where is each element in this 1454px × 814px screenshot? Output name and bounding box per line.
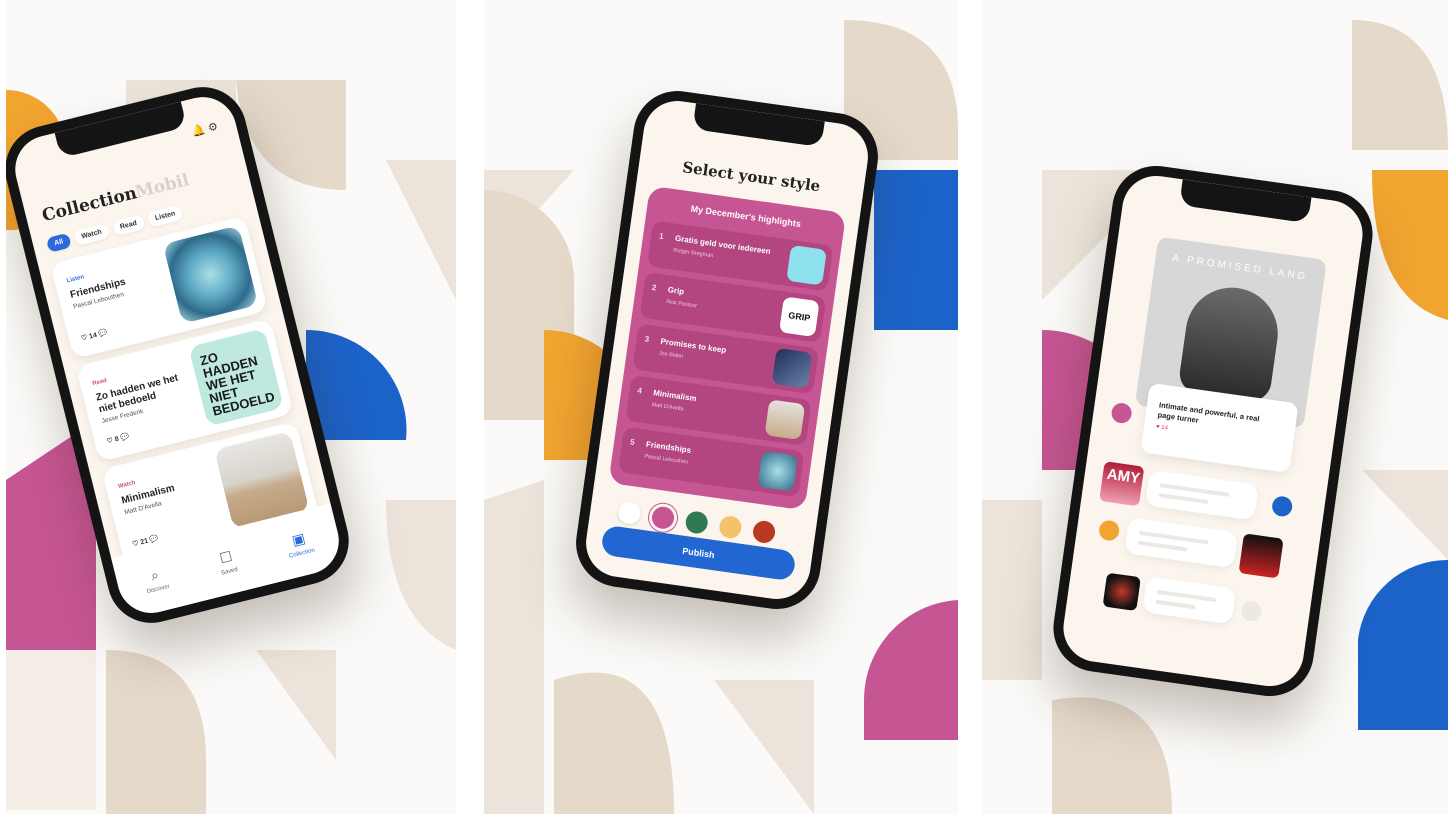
filter-listen[interactable]: Listen bbox=[146, 204, 184, 228]
highlights-card: My December's highlights 1 Gratis geld v… bbox=[608, 185, 847, 511]
nav-collection[interactable]: ▣ Collection bbox=[284, 528, 316, 560]
bookmark-icon: ☐ bbox=[217, 547, 234, 567]
swatch-red[interactable] bbox=[751, 519, 777, 545]
comment-bubble[interactable] bbox=[1145, 469, 1259, 521]
row-number: 1 bbox=[658, 231, 665, 242]
row-author: Joe Biden bbox=[658, 350, 684, 360]
avatar[interactable] bbox=[1240, 599, 1263, 623]
search-icon: ⌕ bbox=[149, 566, 161, 584]
placeholder-line bbox=[1155, 599, 1196, 610]
avatar[interactable] bbox=[1270, 495, 1294, 518]
book-cover-title: A PROMISED LAND bbox=[1171, 252, 1309, 283]
row-author: Rick Pastoor bbox=[665, 299, 698, 310]
row-number: 3 bbox=[644, 334, 650, 345]
comment-bubble[interactable] bbox=[1142, 576, 1237, 625]
filter-watch[interactable]: Watch bbox=[72, 223, 111, 247]
comment-icon[interactable]: 💬 bbox=[149, 535, 159, 544]
swatch-white[interactable] bbox=[616, 500, 642, 526]
phone-notch bbox=[692, 103, 825, 148]
card-type: Watch bbox=[117, 479, 137, 491]
book-cover-small[interactable] bbox=[1238, 533, 1284, 579]
panel-social: A PROMISED LAND Intimate and powerful, a… bbox=[982, 0, 1448, 814]
card-stats: ♡ 8 💬 bbox=[106, 433, 130, 446]
card-type: Read bbox=[91, 377, 108, 388]
swatch-green[interactable] bbox=[684, 510, 710, 535]
comment-icon[interactable]: 💬 bbox=[98, 329, 108, 338]
row-number: 4 bbox=[636, 385, 643, 396]
phone-notch bbox=[1179, 179, 1312, 224]
row-cover bbox=[757, 450, 798, 492]
comment-icon[interactable]: 💬 bbox=[120, 433, 130, 442]
likes-count: 8 bbox=[114, 435, 120, 444]
placeholder-line bbox=[1158, 493, 1209, 504]
swatch-pink[interactable] bbox=[650, 505, 676, 531]
row-author: Matt D'Avella bbox=[651, 402, 684, 413]
panel-style: Select your style My December's highligh… bbox=[484, 0, 958, 814]
row-cover bbox=[786, 244, 827, 286]
placeholder-line bbox=[1137, 540, 1188, 552]
collection-icon: ▣ bbox=[290, 529, 307, 549]
quote-likes: ♥ 14 bbox=[1155, 424, 1169, 432]
filter-all[interactable]: All bbox=[45, 232, 72, 253]
avatar[interactable] bbox=[1097, 519, 1121, 542]
swatch-yellow[interactable] bbox=[717, 514, 743, 540]
top-icons: 🔔 ⚙ bbox=[190, 120, 220, 139]
card-stats: ♡ 14 💬 bbox=[80, 329, 109, 343]
nav-discover[interactable]: ⌕ Discover bbox=[141, 564, 170, 595]
quote-text: Intimate and powerful, a real page turne… bbox=[1157, 400, 1261, 425]
row-cover bbox=[764, 399, 806, 441]
likes-count: 14 bbox=[1160, 424, 1169, 432]
portrait-image bbox=[1177, 281, 1284, 404]
filter-read[interactable]: Read bbox=[111, 214, 146, 237]
row-author: Rutger Bregman bbox=[672, 247, 714, 260]
likes-count: 14 bbox=[88, 331, 98, 341]
row-cover: GRIP bbox=[779, 296, 820, 338]
gear-icon[interactable]: ⚙ bbox=[207, 120, 219, 134]
album-cover[interactable]: AMY bbox=[1099, 461, 1145, 507]
album-title: AMY bbox=[1105, 465, 1142, 488]
avatar[interactable] bbox=[1110, 401, 1133, 425]
panel-collection: 🔔 ⚙ Collection Mobil All Watch Read List… bbox=[6, 0, 456, 814]
nav-label: Discover bbox=[146, 583, 171, 596]
comment-bubble[interactable] bbox=[1124, 517, 1239, 569]
row-number: 2 bbox=[651, 282, 658, 293]
secondary-title[interactable]: Mobil bbox=[133, 170, 191, 203]
card-type: Listen bbox=[66, 274, 85, 285]
card-title: Zo hadden we het niet bedoeld bbox=[94, 372, 180, 416]
row-author: Pascal Lebouthen bbox=[643, 453, 689, 466]
book-cover-text: ZO HADDEN WE HET NIET BEDOELD bbox=[198, 349, 277, 419]
row-cover bbox=[771, 347, 813, 389]
podcast-cover[interactable] bbox=[1102, 572, 1141, 612]
nav-label: Saved bbox=[220, 566, 239, 577]
card-thumbnail bbox=[162, 225, 259, 324]
bell-icon[interactable]: 🔔 bbox=[191, 124, 207, 139]
nav-saved[interactable]: ☐ Saved bbox=[216, 547, 239, 577]
likes-count: 21 bbox=[139, 537, 150, 547]
card-title: Minimalism bbox=[120, 482, 176, 507]
card-thumbnail: ZO HADDEN WE HET NIET BEDOELD bbox=[188, 328, 284, 427]
row-number: 5 bbox=[629, 437, 636, 448]
